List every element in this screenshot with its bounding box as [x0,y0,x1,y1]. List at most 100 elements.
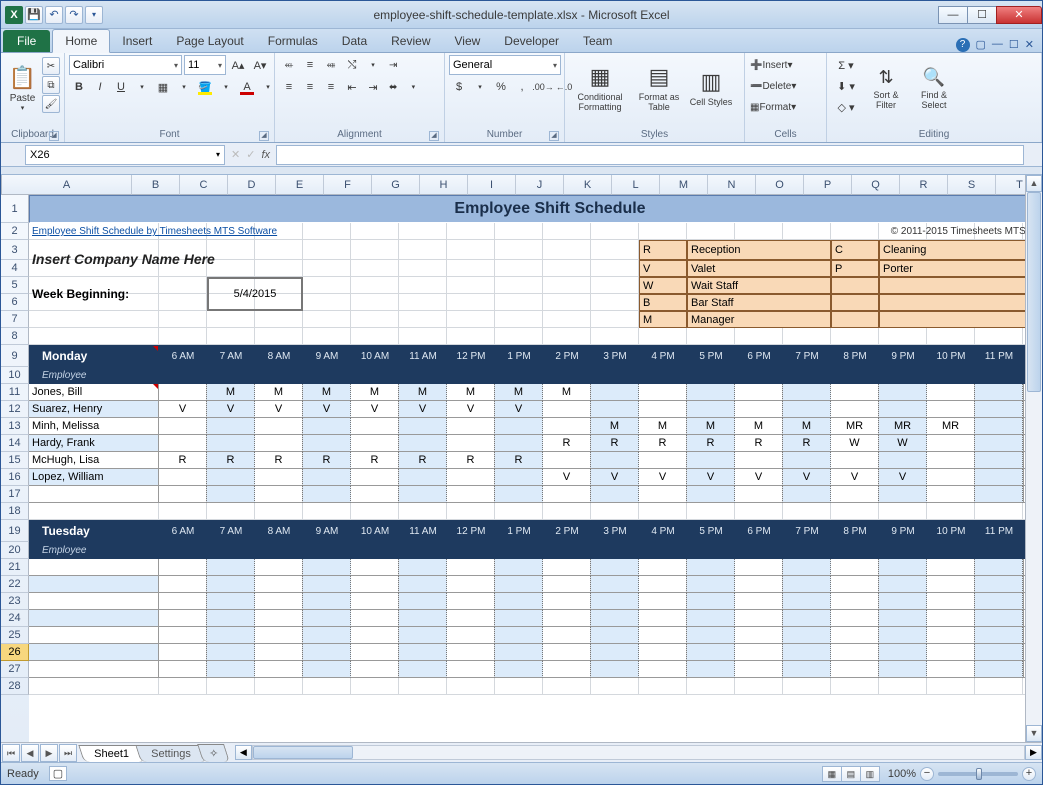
tab-view[interactable]: View [443,30,493,52]
zoom-out-button[interactable]: − [920,767,934,781]
format-cells-button[interactable]: ▦ Format ▾ [749,97,822,117]
shift-cell[interactable] [303,469,351,486]
shift-cell[interactable] [543,418,591,435]
shift-cell[interactable] [159,610,207,627]
shift-cell[interactable]: M [495,384,543,401]
orientation-icon[interactable]: ⤭ [342,55,362,75]
shift-cell[interactable] [879,401,927,418]
shift-cell[interactable] [207,486,255,503]
shift-cell[interactable]: M [255,384,303,401]
shift-cell[interactable] [927,661,975,678]
shift-cell[interactable] [975,418,1023,435]
shift-cell[interactable] [447,559,495,576]
shift-cell[interactable] [831,627,879,644]
shift-cell[interactable]: V [255,401,303,418]
employee-name[interactable]: Jones, Bill [29,384,159,401]
time-header[interactable]: 10 AM [351,345,399,367]
underline-button[interactable]: U [111,77,131,97]
shift-cell[interactable] [879,644,927,661]
align-center-icon[interactable]: ≡ [300,77,320,97]
employee-name[interactable]: Lopez, William [29,469,159,486]
time-header[interactable]: 7 AM [207,345,255,367]
row-header-27[interactable]: 27 [1,661,29,678]
shift-cell[interactable]: M [351,384,399,401]
shift-cell[interactable] [543,644,591,661]
shift-cell[interactable] [303,593,351,610]
shift-cell[interactable] [831,593,879,610]
align-right-icon[interactable]: ≡ [321,77,341,97]
shift-cell[interactable] [687,452,735,469]
shift-cell[interactable]: M [543,384,591,401]
time-header[interactable]: 2 PM [543,345,591,367]
shift-cell[interactable] [159,576,207,593]
time-header[interactable]: 11 AM [399,520,447,542]
employee-name[interactable]: McHugh, Lisa [29,452,159,469]
shift-cell[interactable] [975,486,1023,503]
shift-cell[interactable] [447,610,495,627]
row-header-5[interactable]: 5 [1,277,29,294]
shift-cell[interactable] [447,627,495,644]
scroll-left-button[interactable]: ◀ [235,745,252,760]
template-link[interactable]: Employee Shift Schedule by Timesheets MT… [29,223,447,240]
tab-insert[interactable]: Insert [110,30,164,52]
row-header-13[interactable]: 13 [1,418,29,435]
time-header[interactable]: 6 PM [735,520,783,542]
fx-cancel-icon[interactable]: ✕ [231,148,240,161]
shift-cell[interactable] [687,644,735,661]
close-button[interactable]: ✕ [996,6,1042,24]
employee-name[interactable] [29,610,159,627]
time-header[interactable]: 5 PM [687,520,735,542]
zoom-level[interactable]: 100% [888,768,916,780]
shift-cell[interactable] [591,559,639,576]
shift-cell[interactable] [879,610,927,627]
bold-button[interactable]: B [69,77,89,97]
shift-cell[interactable]: R [783,435,831,452]
shift-cell[interactable] [927,559,975,576]
shift-cell[interactable] [831,644,879,661]
shift-cell[interactable] [735,627,783,644]
shift-cell[interactable] [207,576,255,593]
shift-cell[interactable]: R [351,452,399,469]
shift-cell[interactable] [687,384,735,401]
shift-cell[interactable]: R [639,435,687,452]
sheet-tab-sheet1[interactable]: Sheet1 [78,745,144,762]
shift-cell[interactable]: MR [927,418,975,435]
column-header-J[interactable]: J [516,175,564,195]
time-header[interactable]: 11 AM [399,345,447,367]
shift-cell[interactable] [975,559,1023,576]
hours-cell[interactable]: 0 [1023,559,1025,576]
shift-cell[interactable] [447,435,495,452]
grow-font-icon[interactable]: A▴ [228,55,248,75]
shift-cell[interactable] [783,661,831,678]
tab-developer[interactable]: Developer [492,30,571,52]
shift-cell[interactable]: V [591,469,639,486]
delete-cells-button[interactable]: ➖ Delete ▾ [749,76,822,96]
row-header-23[interactable]: 23 [1,593,29,610]
shift-cell[interactable] [207,644,255,661]
shift-cell[interactable] [639,593,687,610]
shift-cell[interactable] [255,661,303,678]
row-header-25[interactable]: 25 [1,627,29,644]
shift-cell[interactable] [255,559,303,576]
shift-cell[interactable] [927,469,975,486]
row-header-19[interactable]: 19 [1,520,29,542]
name-box[interactable]: X26▾ [25,145,225,165]
shift-cell[interactable]: V [207,401,255,418]
time-header[interactable]: 11 PM [975,520,1023,542]
sheet-tab-settings[interactable]: Settings [135,745,206,762]
hscroll-thumb[interactable] [253,746,353,759]
tab-data[interactable]: Data [330,30,379,52]
row-header-24[interactable]: 24 [1,610,29,627]
shift-cell[interactable] [399,435,447,452]
shift-cell[interactable] [927,384,975,401]
qat-customize-icon[interactable]: ▾ [85,6,103,24]
cell-styles-button[interactable]: ▥Cell Styles [687,55,735,121]
time-header[interactable]: 7 AM [207,520,255,542]
shift-cell[interactable] [927,435,975,452]
day-header-tuesday[interactable]: Tuesday [29,520,159,542]
shift-cell[interactable] [303,644,351,661]
save-icon[interactable]: 💾 [25,6,43,24]
shift-cell[interactable] [735,610,783,627]
column-header-T[interactable]: T [996,175,1025,195]
shift-cell[interactable] [159,418,207,435]
